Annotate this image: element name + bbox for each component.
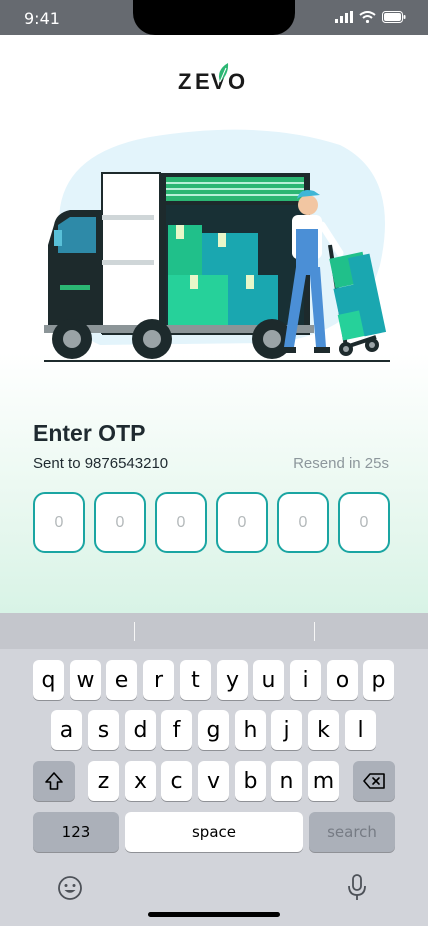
key-l[interactable]: l [345,710,376,750]
key-x[interactable]: x [125,761,156,801]
key-y[interactable]: y [217,660,248,700]
key-p[interactable]: p [363,660,394,700]
suggestion-divider [314,622,315,641]
status-icons [335,11,406,23]
battery-icon [382,11,406,23]
device-notch [133,0,295,35]
key-b[interactable]: b [235,761,266,801]
search-key[interactable]: search [309,812,395,852]
otp-digit-6[interactable]: 0 [338,492,390,553]
zevo-logo: Z E V O [178,63,245,94]
key-n[interactable]: n [271,761,302,801]
suggestion-divider [134,622,135,641]
key-d[interactable]: d [125,710,156,750]
page-title: Enter OTP [33,420,146,446]
otp-input-row: 0 0 0 0 0 0 [33,492,390,553]
key-r[interactable]: r [143,660,174,700]
key-t[interactable]: t [180,660,211,700]
emoji-icon[interactable] [57,875,83,901]
key-c[interactable]: c [161,761,192,801]
sent-to-text: Sent to 9876543210 [33,455,169,472]
key-h[interactable]: h [235,710,266,750]
status-time: 9:41 [24,9,60,28]
svg-text:O: O [228,69,245,94]
otp-digit-4[interactable]: 0 [216,492,268,553]
key-e[interactable]: e [106,660,137,700]
space-key[interactable]: space [125,812,303,852]
delivery-van-illustration [44,129,390,362]
numbers-key[interactable]: 123 [33,812,119,852]
system-keyboard: q w e r t y u i o p a s d f g h j k l z … [0,613,428,926]
key-k[interactable]: k [308,710,339,750]
home-indicator [148,912,280,917]
key-q[interactable]: q [33,660,64,700]
otp-digit-3[interactable]: 0 [155,492,207,553]
svg-text:Z: Z [178,69,191,94]
status-bar: 9:41 [0,0,428,35]
key-g[interactable]: g [198,710,229,750]
key-f[interactable]: f [161,710,192,750]
microphone-icon[interactable] [347,874,367,902]
backspace-icon [363,773,385,789]
suggestion-bar [0,613,428,649]
key-s[interactable]: s [88,710,119,750]
wifi-icon [359,11,376,23]
key-i[interactable]: i [290,660,321,700]
svg-text:E: E [195,69,210,94]
otp-digit-2[interactable]: 0 [94,492,146,553]
key-v[interactable]: v [198,761,229,801]
otp-digit-1[interactable]: 0 [33,492,85,553]
signal-icon [335,11,353,23]
key-a[interactable]: a [51,710,82,750]
shift-icon [45,772,63,790]
shift-key[interactable] [33,761,75,801]
key-j[interactable]: j [271,710,302,750]
key-o[interactable]: o [327,660,358,700]
backspace-key[interactable] [353,761,395,801]
key-z[interactable]: z [88,761,119,801]
otp-digit-5[interactable]: 0 [277,492,329,553]
key-w[interactable]: w [70,660,101,700]
resend-countdown: Resend in 25s [293,455,389,472]
key-u[interactable]: u [253,660,284,700]
key-m[interactable]: m [308,761,339,801]
